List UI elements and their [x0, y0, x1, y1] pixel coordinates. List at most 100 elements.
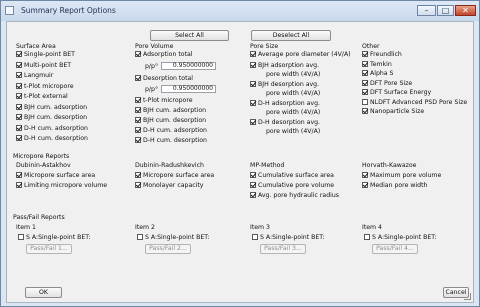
- other-checkbox[interactable]: Alpha S: [362, 70, 394, 78]
- checkbox-box[interactable]: [18, 234, 24, 240]
- surface-area-checkbox[interactable]: Single-point BET: [16, 51, 75, 59]
- checkbox-box[interactable]: [362, 79, 368, 86]
- passfail-checkbox[interactable]: S A:Single-point BET:: [137, 234, 209, 242]
- micropore-checkbox[interactable]: Maximum pore volume: [362, 172, 441, 180]
- checkbox-box[interactable]: [135, 127, 141, 133]
- pore-size-checkbox[interactable]: BJH adsorption avg.: [250, 62, 319, 70]
- checkbox-box[interactable]: [250, 62, 256, 68]
- checkbox-box[interactable]: [252, 234, 258, 240]
- minimize-button[interactable]: –: [417, 5, 436, 16]
- passfail-button[interactable]: Pass/Fail 2...: [145, 244, 191, 254]
- checkbox-box[interactable]: [135, 75, 141, 81]
- pore-size-checkbox[interactable]: BJH desorption avg.: [250, 81, 319, 89]
- checkbox-box[interactable]: [16, 124, 22, 131]
- micropore-checkbox[interactable]: Cumulative pore volume: [250, 182, 334, 190]
- other-checkbox[interactable]: DFT Surface Energy: [362, 89, 431, 97]
- adsorption-pp0-input[interactable]: 0.950000000: [161, 62, 216, 70]
- surface-area-checkbox[interactable]: Langmuir: [16, 72, 53, 80]
- checkbox-box[interactable]: [16, 172, 22, 178]
- micropore-checkbox[interactable]: Limiting micropore volume: [16, 182, 107, 190]
- maximize-button[interactable]: □: [437, 5, 454, 16]
- pore-volume-checkbox[interactable]: D-H cum. adsorption: [135, 127, 207, 135]
- passfail-button[interactable]: Pass/Fail 4...: [372, 244, 418, 254]
- close-button[interactable]: ✕: [455, 5, 476, 16]
- passfail-button[interactable]: Pass/Fail 1...: [26, 244, 72, 254]
- micropore-checkbox[interactable]: Micropore surface area: [16, 172, 95, 180]
- adsorption-total-checkbox[interactable]: Adsorption total: [135, 51, 193, 59]
- pore-volume-checkbox[interactable]: BJH cum. adsorption: [135, 107, 206, 115]
- other-checkbox[interactable]: DFT Pore Size: [362, 79, 412, 88]
- checkbox-box[interactable]: [135, 117, 141, 123]
- checkbox-box[interactable]: [16, 135, 22, 141]
- pore-size-checkbox[interactable]: Average pore diameter (4V/A): [250, 51, 351, 59]
- micropore-checkbox[interactable]: Micropore surface area: [135, 172, 214, 180]
- micropore-checkbox[interactable]: Median pore width: [362, 182, 427, 190]
- passfail-button[interactable]: Pass/Fail 3...: [260, 244, 306, 254]
- checkbox-box[interactable]: [362, 108, 368, 114]
- pore-volume-checkbox[interactable]: t-Plot micropore: [135, 97, 193, 105]
- deselect-all-button[interactable]: Deselect All: [251, 30, 331, 41]
- checkbox-box[interactable]: [362, 60, 368, 67]
- other-checkbox[interactable]: NLDFT Advanced PSD Pore Size: [362, 98, 467, 107]
- checkbox-box[interactable]: [250, 119, 256, 125]
- surface-area-checkbox[interactable]: t-Plot micropore: [16, 82, 74, 91]
- surface-area-checkbox[interactable]: t-Plot external: [16, 93, 68, 101]
- pore-size-checkbox[interactable]: D-H adsorption avg.: [250, 100, 320, 108]
- passfail-checkbox[interactable]: S A:Single-point BET:: [18, 234, 90, 242]
- pore-volume-checkbox[interactable]: D-H cum. desorption: [135, 137, 207, 145]
- checkbox-box[interactable]: [16, 114, 22, 120]
- checkbox-box[interactable]: [135, 107, 141, 113]
- checkbox-box[interactable]: [16, 182, 22, 188]
- title-bar[interactable]: Summary Report Options – □ ✕: [1, 1, 479, 21]
- other-checkbox[interactable]: Nanoparticle Size: [362, 108, 424, 116]
- micropore-checkbox[interactable]: Avg. pore hydraulic radius: [250, 192, 339, 200]
- other-checkbox[interactable]: Temkin: [362, 60, 392, 69]
- micropore-checkbox[interactable]: Monolayer capacity: [135, 182, 203, 190]
- desorption-pp0-input[interactable]: 0.950000000: [161, 85, 216, 93]
- checkbox-box[interactable]: [250, 182, 256, 188]
- checkbox-box[interactable]: [135, 137, 141, 143]
- checkbox-box[interactable]: [135, 182, 141, 188]
- other-checkbox[interactable]: Freundlich: [362, 51, 402, 59]
- checkbox-box[interactable]: [362, 89, 368, 95]
- checkbox-box[interactable]: [250, 100, 256, 106]
- checkbox-box[interactable]: [250, 51, 256, 57]
- checkbox-box[interactable]: [362, 182, 368, 188]
- checkbox-box[interactable]: [362, 172, 368, 178]
- checkbox-label: S A:Single-point BET:: [372, 234, 437, 241]
- desorption-total-checkbox[interactable]: Desorption total: [135, 75, 193, 83]
- checkbox-box[interactable]: [364, 234, 370, 240]
- passfail-item-title: Item 1: [16, 224, 36, 231]
- checkbox-box[interactable]: [16, 93, 22, 99]
- checkbox-box[interactable]: [250, 81, 256, 87]
- checkbox-label: Average pore diameter (4V/A): [258, 51, 351, 58]
- checkbox-box[interactable]: [250, 192, 256, 198]
- checkbox-box[interactable]: [362, 70, 368, 76]
- select-all-button[interactable]: Select All: [150, 30, 229, 41]
- checkbox-box[interactable]: [16, 72, 22, 78]
- checkbox-box[interactable]: [16, 103, 22, 110]
- checkbox-label: S A:Single-point BET:: [145, 234, 210, 241]
- surface-area-checkbox[interactable]: D-H cum. adsorption: [16, 124, 88, 133]
- checkbox-box[interactable]: [16, 82, 22, 89]
- resize-grip[interactable]: [464, 293, 471, 300]
- ok-button[interactable]: OK: [25, 287, 62, 298]
- surface-area-checkbox[interactable]: Multi-point BET: [16, 61, 71, 70]
- surface-area-checkbox[interactable]: BJH cum. desorption: [16, 114, 87, 122]
- passfail-checkbox[interactable]: S A:Single-point BET:: [364, 234, 436, 242]
- checkbox-box[interactable]: [362, 51, 368, 57]
- checkbox-box[interactable]: [135, 51, 141, 57]
- checkbox-box[interactable]: [135, 97, 141, 103]
- checkbox-box[interactable]: [135, 172, 141, 178]
- pore-volume-checkbox[interactable]: BJH cum. desorption: [135, 117, 206, 125]
- surface-area-checkbox[interactable]: D-H cum. desorption: [16, 135, 88, 143]
- checkbox-box[interactable]: [16, 61, 22, 68]
- checkbox-box[interactable]: [362, 98, 368, 105]
- checkbox-box[interactable]: [250, 172, 256, 178]
- checkbox-box[interactable]: [137, 234, 143, 240]
- micropore-checkbox[interactable]: Cumulative surface area: [250, 172, 334, 180]
- checkbox-box[interactable]: [16, 51, 22, 57]
- pore-size-checkbox[interactable]: D-H desorption avg.: [250, 119, 320, 127]
- passfail-checkbox[interactable]: S A:Single-point BET:: [252, 234, 324, 242]
- surface-area-checkbox[interactable]: BJH cum. adsorption: [16, 103, 87, 112]
